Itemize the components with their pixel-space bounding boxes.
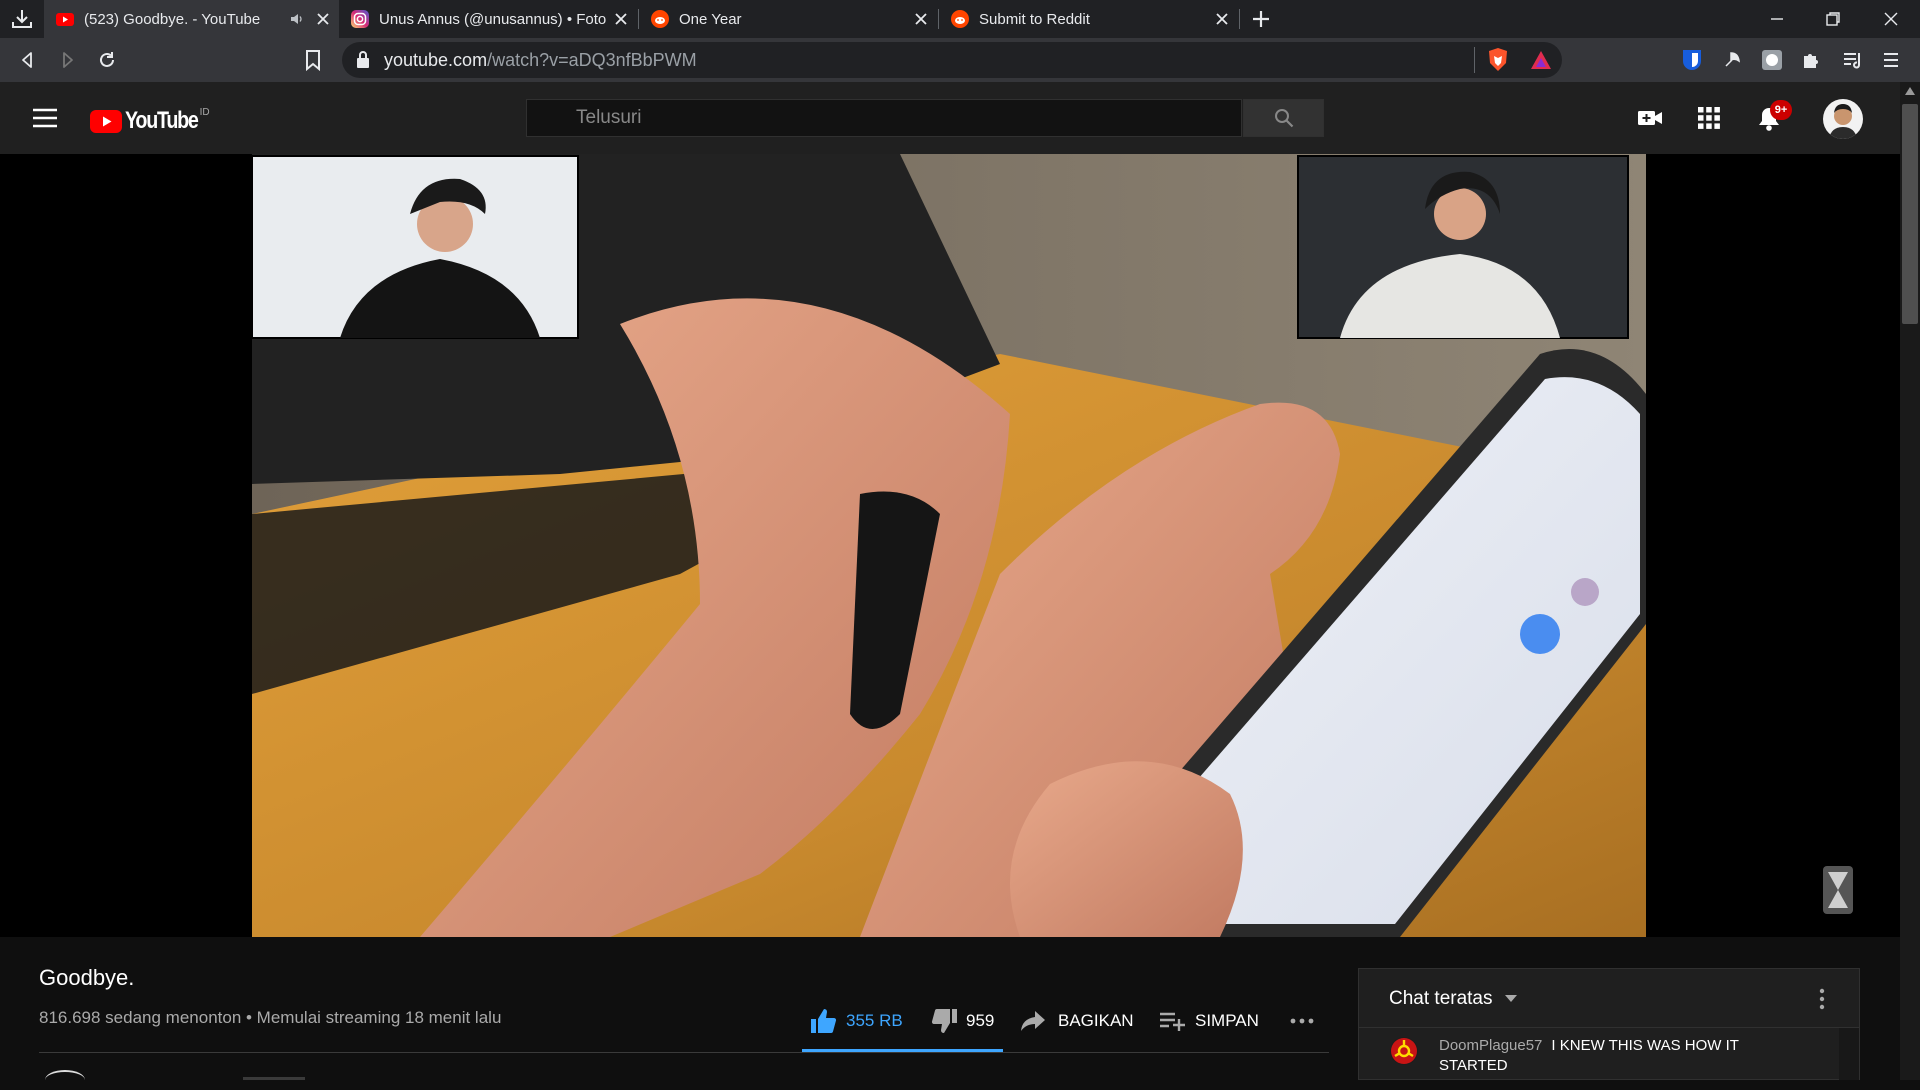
- channel-avatar[interactable]: [45, 1070, 85, 1090]
- close-tab-icon[interactable]: [611, 9, 631, 29]
- tab-separator: [1239, 9, 1240, 29]
- chat-message-text-line1: I KNEW THIS WAS HOW IT: [1551, 1037, 1739, 1054]
- chat-mode-dropdown[interactable]: Chat teratas: [1389, 988, 1517, 1010]
- extension-icon[interactable]: [1722, 49, 1744, 71]
- tab-title: (523) Goodbye. - YouTube: [84, 10, 261, 28]
- save-button[interactable]: SIMPAN: [1159, 1005, 1259, 1037]
- tab-youtube[interactable]: (523) Goodbye. - YouTube: [44, 0, 339, 38]
- lock-icon[interactable]: [356, 51, 370, 69]
- bookmark-icon[interactable]: [304, 49, 322, 71]
- chat-scrollbar[interactable]: [1839, 1028, 1859, 1080]
- download-icon[interactable]: [10, 8, 34, 30]
- search-box[interactable]: [526, 99, 1242, 137]
- instagram-favicon-icon: [351, 10, 369, 28]
- hamburger-menu-icon[interactable]: [32, 106, 58, 130]
- video-frame: [251, 154, 1853, 937]
- playlist-add-icon: [1159, 1011, 1185, 1031]
- thumbs-up-icon: [810, 1008, 838, 1034]
- close-window-icon[interactable]: [1882, 10, 1900, 28]
- chat-author-name[interactable]: DoomPlague57: [1439, 1037, 1542, 1054]
- search-icon: [1274, 108, 1294, 128]
- chat-more-options-icon[interactable]: [1819, 988, 1825, 1010]
- extension-square-icon[interactable]: [1761, 49, 1783, 71]
- search-button[interactable]: [1243, 99, 1324, 137]
- close-tab-icon[interactable]: [313, 9, 333, 29]
- tab-instagram[interactable]: Unus Annus (@unusannus) • Foto: [339, 0, 637, 38]
- like-count: 355 RB: [846, 1011, 903, 1030]
- url-host: youtube.com: [384, 50, 488, 70]
- youtube-logo[interactable]: YouTube ID: [90, 107, 210, 135]
- hourglass-watermark-icon[interactable]: [1823, 866, 1853, 914]
- chat-mode-label: Chat teratas: [1389, 988, 1493, 1009]
- reddit-favicon-icon: [651, 10, 669, 28]
- url-path: /watch?v=aDQ3nfBbPWM: [487, 50, 697, 70]
- video-player[interactable]: [0, 154, 1900, 937]
- youtube-logo-text: YouTube: [125, 107, 199, 134]
- country-code: ID: [199, 106, 210, 118]
- chat-author-avatar[interactable]: [1390, 1037, 1418, 1065]
- youtube-favicon-icon: [56, 12, 74, 26]
- create-video-icon[interactable]: [1637, 106, 1663, 130]
- speaker-icon[interactable]: [289, 12, 305, 26]
- video-title: Goodbye.: [39, 965, 135, 990]
- dislike-count: 959: [966, 1011, 995, 1030]
- browser-menu-icon[interactable]: [1882, 49, 1900, 71]
- chat-header-divider: [1359, 1027, 1859, 1028]
- forward-icon[interactable]: [57, 50, 77, 70]
- scroll-up-arrow-icon[interactable]: [1904, 86, 1916, 96]
- media-queue-icon[interactable]: [1842, 49, 1864, 71]
- brave-rewards-icon[interactable]: [1529, 49, 1553, 71]
- avatar[interactable]: [1823, 99, 1863, 139]
- search-input[interactable]: [527, 100, 1241, 136]
- dislike-button[interactable]: 959: [930, 1005, 994, 1037]
- chat-message: DoomPlague57 I KNEW THIS WAS HOW IT START…: [1439, 1036, 1839, 1076]
- section-divider: [39, 1052, 1329, 1053]
- minimize-window-icon[interactable]: [1768, 10, 1786, 28]
- thumbs-down-icon: [930, 1008, 958, 1034]
- close-tab-icon[interactable]: [1212, 9, 1232, 29]
- share-label: BAGIKAN: [1058, 1011, 1134, 1030]
- back-icon[interactable]: [18, 50, 38, 70]
- apps-grid-icon[interactable]: [1698, 107, 1720, 129]
- new-tab-icon[interactable]: [1250, 8, 1272, 30]
- tab-submit-reddit[interactable]: Submit to Reddit: [939, 0, 1238, 38]
- close-tab-icon[interactable]: [911, 9, 931, 29]
- more-horizontal-icon: [1290, 1018, 1314, 1024]
- browser-tab-strip: (523) Goodbye. - YouTube Unus Annus (@un…: [0, 0, 1920, 38]
- tab-title: Unus Annus (@unusannus) • Foto: [379, 10, 607, 28]
- tab-title: Submit to Reddit: [979, 10, 1090, 28]
- share-button[interactable]: BAGIKAN: [1020, 1005, 1134, 1037]
- notification-count-badge: 9+: [1770, 100, 1792, 120]
- scrollbar-thumb[interactable]: [1902, 104, 1918, 324]
- tab-title: One Year: [679, 10, 742, 28]
- video-meta: 816.698 sedang menonton • Memulai stream…: [39, 1008, 502, 1027]
- save-label: SIMPAN: [1195, 1011, 1259, 1030]
- reload-icon[interactable]: [96, 49, 118, 71]
- bitwarden-extension-icon[interactable]: [1681, 48, 1703, 72]
- like-button[interactable]: 355 RB: [810, 1005, 903, 1037]
- dropdown-caret-icon: [1504, 995, 1517, 1003]
- tab-one-year[interactable]: One Year: [639, 0, 937, 38]
- address-bar-divider: [1474, 47, 1475, 73]
- extensions-puzzle-icon[interactable]: [1801, 49, 1823, 71]
- chat-message-text-line2: STARTED: [1439, 1057, 1508, 1074]
- brave-shields-icon[interactable]: [1487, 47, 1509, 73]
- url-text[interactable]: youtube.com/watch?v=aDQ3nfBbPWM: [384, 50, 697, 71]
- restore-window-icon[interactable]: [1824, 10, 1842, 28]
- youtube-play-icon: [90, 109, 122, 133]
- more-actions-button[interactable]: [1290, 1005, 1314, 1037]
- reddit-favicon-icon: [951, 10, 969, 28]
- share-arrow-icon: [1020, 1010, 1046, 1032]
